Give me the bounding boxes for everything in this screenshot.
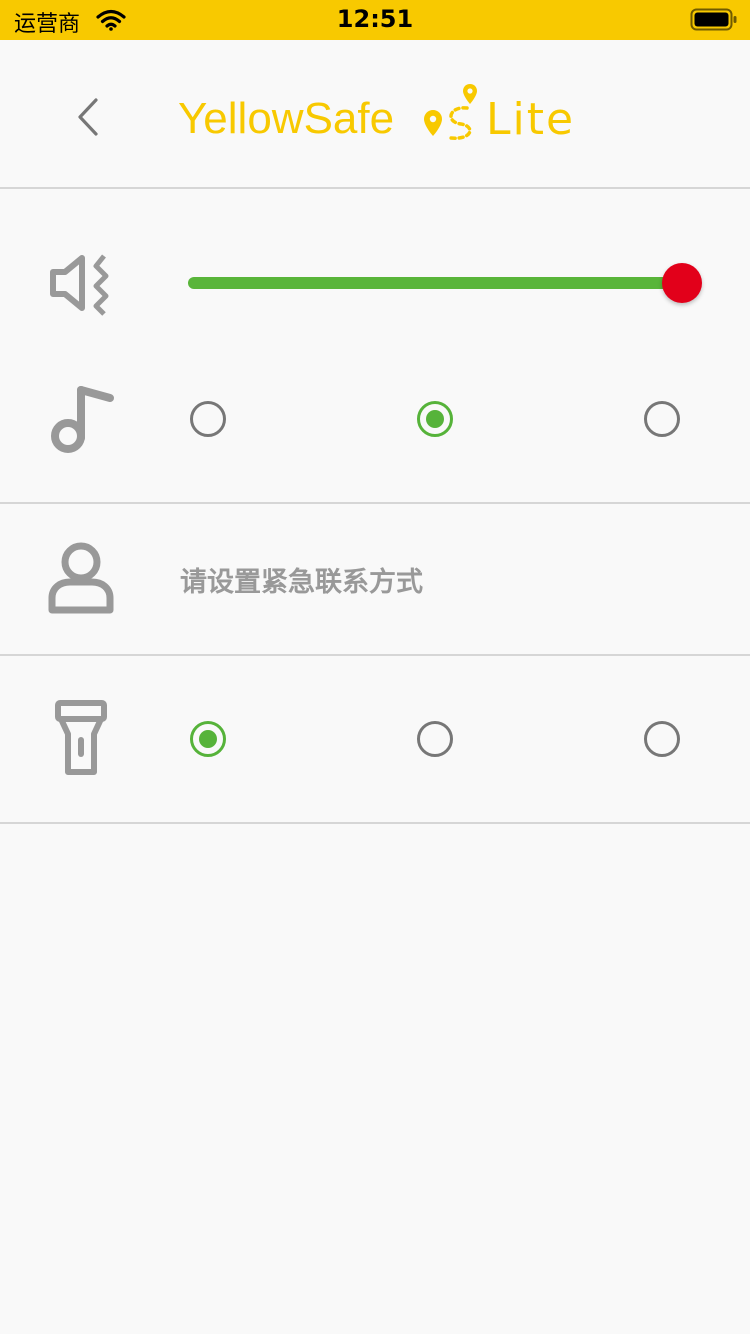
divider <box>0 822 750 824</box>
flashlight-option-1[interactable] <box>190 721 226 757</box>
divider <box>0 502 750 504</box>
status-bar: 运营商 12:51 <box>0 0 750 40</box>
flashlight-option-2[interactable] <box>417 721 453 757</box>
logo-suffix: Lite <box>486 94 576 145</box>
music-note-icon <box>48 384 118 462</box>
volume-slider-thumb[interactable] <box>662 263 702 303</box>
nav-bar: YellowSafe Lite <box>0 40 750 189</box>
divider <box>0 654 750 656</box>
ringtone-option-2[interactable] <box>417 401 453 437</box>
battery-icon <box>690 8 738 36</box>
ringtone-option-1[interactable] <box>190 401 226 437</box>
logo-text: YellowSafe <box>178 94 395 143</box>
ringtone-option-3[interactable] <box>644 401 680 437</box>
volume-slider-track[interactable] <box>188 277 688 289</box>
emergency-contact-link[interactable]: 请设置紧急联系方式 <box>180 560 423 599</box>
person-icon <box>46 540 116 620</box>
route-pin-icon <box>423 80 487 164</box>
flashlight-option-3[interactable] <box>644 721 680 757</box>
status-time: 12:51 <box>336 5 414 33</box>
flashlight-icon <box>52 700 110 782</box>
volume-vibrate-icon <box>48 250 122 320</box>
chevron-left-icon[interactable] <box>66 92 110 146</box>
